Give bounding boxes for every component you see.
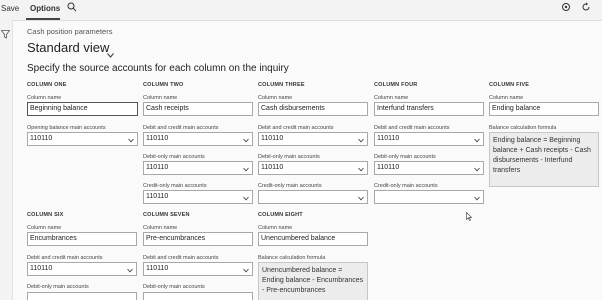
column-one-name-field[interactable]: Beginning balance xyxy=(27,102,138,116)
column-four-name-label: Column name xyxy=(374,95,409,101)
column-four-debit-credit-select[interactable]: 110110 xyxy=(374,132,484,146)
column-four-credit-only-label: Credit-only main accounts xyxy=(374,183,438,189)
mouse-cursor-icon xyxy=(466,208,473,226)
column-three-debit-only-label: Debit-only main accounts xyxy=(258,154,320,160)
column-two-debit-credit-select[interactable]: 110110 xyxy=(143,132,253,146)
column-one-opening-select[interactable]: 110110 xyxy=(27,132,138,146)
action-pane: Save Options xyxy=(0,0,602,21)
column-four-credit-only-select[interactable] xyxy=(374,190,484,204)
column-four-header: COLUMN FOUR xyxy=(374,82,418,88)
chevron-down-icon[interactable] xyxy=(243,136,249,145)
column-three-credit-only-label: Credit-only main accounts xyxy=(258,183,322,189)
column-eight-name-label: Column name xyxy=(258,225,293,231)
column-one-opening-label: Opening balance main accounts xyxy=(27,125,106,131)
column-seven-name-label: Column name xyxy=(143,225,178,231)
column-three-header: COLUMN THREE xyxy=(258,82,305,88)
column-three-debit-credit-label: Debit and credit main accounts xyxy=(258,125,334,131)
column-eight-header: COLUMN EIGHT xyxy=(258,212,303,218)
column-six-debit-only-label: Debit-only main accounts xyxy=(27,284,89,290)
column-two-name-field[interactable]: Cash receipts xyxy=(143,102,253,116)
column-three-debit-only-select[interactable]: 110110 xyxy=(258,161,368,175)
column-seven-debit-only-select[interactable] xyxy=(143,292,253,300)
section-title: Specify the source accounts for each col… xyxy=(27,63,289,74)
column-four-debit-credit-label: Debit and credit main accounts xyxy=(374,125,450,131)
column-five-name-field[interactable]: Ending balance xyxy=(489,102,599,116)
column-eight-name-field[interactable]: Unencumbered balance xyxy=(258,232,368,246)
column-six-debit-credit-label: Debit and credit main accounts xyxy=(27,255,103,261)
chevron-down-icon[interactable] xyxy=(358,136,364,145)
column-four-name-field[interactable]: Interfund transfers xyxy=(374,102,484,116)
chevron-down-icon[interactable] xyxy=(243,266,249,275)
column-one-opening-value: 110110 xyxy=(30,135,53,142)
chevron-down-icon[interactable] xyxy=(127,266,133,275)
column-two-credit-only-label: Credit-only main accounts xyxy=(143,183,207,189)
column-seven-name-field[interactable]: Pre-encumbrances xyxy=(143,232,253,246)
breadcrumb: Cash position parameters xyxy=(27,27,113,36)
search-icon[interactable] xyxy=(67,2,77,16)
column-two-credit-only-value: 110110 xyxy=(146,193,169,200)
column-three-name-field[interactable]: Cash disbursements xyxy=(258,102,368,116)
column-two-name-label: Column name xyxy=(143,95,178,101)
chevron-down-icon[interactable] xyxy=(243,194,249,203)
refresh-icon[interactable] xyxy=(581,2,591,16)
column-six-name-field[interactable]: Encumbrances xyxy=(27,232,137,246)
chevron-down-icon[interactable] xyxy=(128,136,134,145)
column-two-debit-only-value: 110110 xyxy=(146,164,169,171)
chevron-down-icon[interactable] xyxy=(107,45,114,63)
column-eight-formula-field: Unencumbered balance = Ending balance - … xyxy=(258,262,368,300)
column-seven-debit-credit-value: 110110 xyxy=(146,265,169,272)
column-five-formula-field: Ending balance = Beginning balance + Cas… xyxy=(489,132,599,187)
column-one-name-label: Column name xyxy=(27,95,62,101)
column-three-debit-credit-select[interactable]: 110110 xyxy=(258,132,368,146)
column-eight-formula-label: Balance calculation formula xyxy=(258,255,326,261)
left-rail xyxy=(0,20,13,300)
column-six-debit-only-select[interactable] xyxy=(27,292,137,300)
column-four-debit-credit-value: 110110 xyxy=(377,135,400,142)
chevron-down-icon[interactable] xyxy=(474,165,480,174)
column-six-header: COLUMN SIX xyxy=(27,212,64,218)
column-two-header: COLUMN TWO xyxy=(143,82,184,88)
chevron-down-icon[interactable] xyxy=(358,194,364,203)
chevron-down-icon[interactable] xyxy=(474,136,480,145)
chevron-down-icon[interactable] xyxy=(358,165,364,174)
column-three-debit-only-value: 110110 xyxy=(261,164,284,171)
column-three-debit-credit-value: 110110 xyxy=(261,135,284,142)
column-seven-debit-credit-label: Debit and credit main accounts xyxy=(143,255,219,261)
column-seven-debit-credit-select[interactable]: 110110 xyxy=(143,262,253,276)
column-six-debit-credit-select[interactable]: 110110 xyxy=(27,262,137,276)
column-five-header: COLUMN FIVE xyxy=(489,82,530,88)
column-three-name-label: Column name xyxy=(258,95,293,101)
save-button[interactable]: Save xyxy=(1,3,19,15)
column-four-debit-only-value: 110110 xyxy=(377,164,400,171)
column-seven-debit-only-label: Debit-only main accounts xyxy=(143,284,205,290)
column-five-name-label: Column name xyxy=(489,95,524,101)
chevron-down-icon[interactable] xyxy=(474,194,480,203)
page-title[interactable]: Standard view xyxy=(27,40,109,55)
chevron-down-icon[interactable] xyxy=(243,165,249,174)
column-two-credit-only-select[interactable]: 110110 xyxy=(143,190,253,204)
column-three-credit-only-select[interactable] xyxy=(258,190,368,204)
column-one-header: COLUMN ONE xyxy=(27,82,67,88)
tab-underline xyxy=(26,18,60,20)
column-two-debit-credit-label: Debit and credit main accounts xyxy=(143,125,219,131)
column-two-debit-only-label: Debit-only main accounts xyxy=(143,154,205,160)
column-four-debit-only-select[interactable]: 110110 xyxy=(374,161,484,175)
settings-icon[interactable] xyxy=(561,2,571,16)
options-tab[interactable]: Options xyxy=(30,3,60,15)
column-two-debit-credit-value: 110110 xyxy=(146,135,169,142)
column-seven-header: COLUMN SEVEN xyxy=(143,212,190,218)
filter-icon[interactable] xyxy=(0,26,11,44)
column-six-name-label: Column name xyxy=(27,225,62,231)
column-four-debit-only-label: Debit-only main accounts xyxy=(374,154,436,160)
column-five-formula-label: Balance calculation formula xyxy=(489,125,557,131)
column-two-debit-only-select[interactable]: 110110 xyxy=(143,161,253,175)
column-six-debit-credit-value: 110110 xyxy=(30,265,53,272)
